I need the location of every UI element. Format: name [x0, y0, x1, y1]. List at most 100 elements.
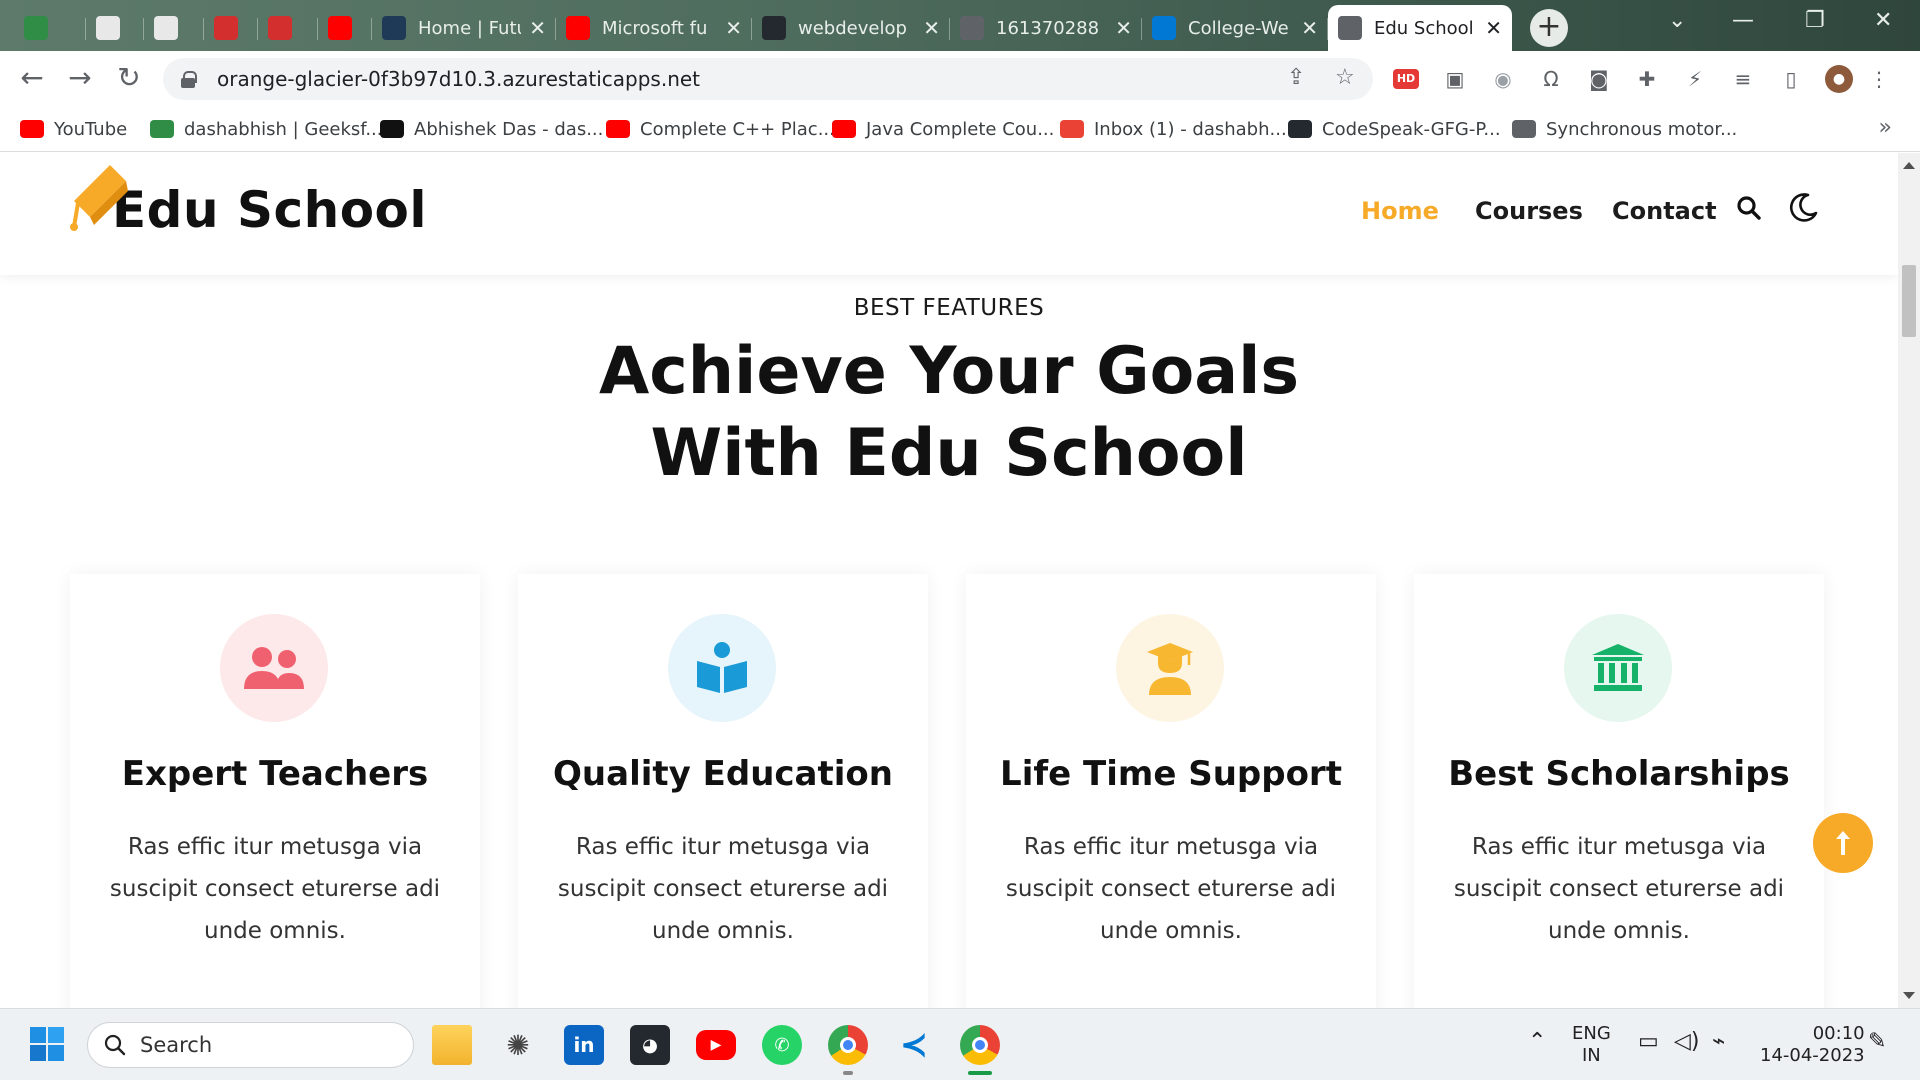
- language-indicator[interactable]: ENG IN: [1572, 1023, 1611, 1067]
- youtube-icon[interactable]: ▶: [696, 1030, 736, 1060]
- globe-icon: [960, 16, 984, 40]
- bookmark-item[interactable]: Inbox (1) - dashabh...: [1060, 115, 1287, 143]
- bookmark-star-icon[interactable]: ☆: [1335, 65, 1355, 90]
- tray-overflow-chevron-icon[interactable]: ⌃: [1528, 1031, 1546, 1053]
- site-logo[interactable]: Edu School: [70, 159, 427, 239]
- scroll-to-top-button[interactable]: [1813, 813, 1873, 873]
- hd-extension-icon[interactable]: HD: [1393, 69, 1419, 89]
- graduation-cap-logo-icon: [70, 165, 128, 231]
- performance-icon[interactable]: ⚡: [1681, 65, 1709, 93]
- lock-icon[interactable]: [181, 71, 197, 88]
- feature-description: Ras effic itur metusga via suscipit cons…: [109, 834, 441, 944]
- github-icon[interactable]: ◕: [630, 1025, 670, 1065]
- address-bar[interactable]: orange-glacier-0f3b97d10.3.azurestaticap…: [163, 58, 1373, 100]
- browser-tab[interactable]: [14, 5, 86, 51]
- nav-contact[interactable]: Contact: [1612, 197, 1717, 225]
- bookmark-item[interactable]: Synchronous motor...: [1512, 115, 1737, 143]
- browser-tab[interactable]: [86, 5, 144, 51]
- nav-home[interactable]: Home: [1361, 197, 1439, 225]
- section-headline: Achieve Your Goals With Edu School: [0, 331, 1898, 495]
- browser-tab[interactable]: [144, 5, 204, 51]
- whatsapp-icon[interactable]: ✆: [762, 1025, 802, 1065]
- back-icon[interactable]: ←: [16, 63, 48, 95]
- tab-close-icon[interactable]: ✕: [529, 16, 546, 40]
- extensions-puzzle-icon[interactable]: ✚: [1633, 65, 1661, 93]
- bookmarks-more-icon[interactable]: »: [1879, 115, 1892, 140]
- close-window-icon[interactable]: ✕: [1874, 8, 1892, 33]
- browser-tab[interactable]: College-We ✕: [1142, 5, 1328, 51]
- share-icon[interactable]: ⇪: [1287, 65, 1305, 90]
- scrollbar-thumb[interactable]: [1902, 265, 1916, 337]
- browser-tab[interactable]: webdevelop ✕: [752, 5, 950, 51]
- forward-icon[interactable]: →: [64, 63, 96, 95]
- bookmark-item[interactable]: Complete C++ Plac...: [606, 115, 835, 143]
- tab-close-icon[interactable]: ✕: [1115, 16, 1132, 40]
- clock[interactable]: 00:10 14-04-2023: [1760, 1023, 1865, 1067]
- bookmark-item[interactable]: Abhishek Das - das...: [380, 115, 603, 143]
- minimize-icon[interactable]: —: [1732, 8, 1754, 33]
- vscode-icon[interactable]: ≺: [894, 1025, 934, 1065]
- restore-icon[interactable]: ❐: [1805, 8, 1825, 33]
- linkedin-icon[interactable]: in: [564, 1025, 604, 1065]
- browser-tab[interactable]: [258, 5, 318, 51]
- chrome-profile-2-icon[interactable]: [960, 1025, 1000, 1065]
- globe-icon: [1338, 16, 1362, 40]
- dark-mode-moon-icon[interactable]: [1788, 191, 1820, 223]
- bookmark-item[interactable]: Java Complete Cou...: [832, 115, 1054, 143]
- url-text[interactable]: orange-glacier-0f3b97d10.3.azurestaticap…: [217, 67, 700, 91]
- browser-tab[interactable]: [204, 5, 258, 51]
- media-queue-icon[interactable]: ≡: [1729, 65, 1757, 93]
- feature-icon-circle: [668, 614, 776, 722]
- tab-search-chevron-icon[interactable]: ⌄: [1668, 8, 1686, 33]
- youtube-icon: [606, 120, 630, 138]
- picture-in-picture-icon[interactable]: ▣: [1441, 65, 1469, 93]
- taskbar-search-box[interactable]: Search: [87, 1022, 414, 1068]
- youtube-icon: [832, 120, 856, 138]
- browser-tab[interactable]: 161370288 ✕: [950, 5, 1142, 51]
- menu-kebab-icon[interactable]: ⋮: [1865, 65, 1893, 93]
- chrome-profile-1-icon[interactable]: [828, 1025, 868, 1065]
- scroll-down-arrow-icon[interactable]: [1903, 992, 1915, 999]
- tab-close-icon[interactable]: ✕: [1485, 16, 1502, 40]
- battery-charging-icon[interactable]: ⌁: [1712, 1031, 1725, 1053]
- tab-close-icon[interactable]: ✕: [1301, 16, 1318, 40]
- bookmark-item[interactable]: CodeSpeak-GFG-P...: [1288, 115, 1501, 143]
- reload-icon[interactable]: ↻: [113, 63, 145, 95]
- notification-icon[interactable]: ✎: [1868, 1031, 1886, 1053]
- feature-card-life-time-support[interactable]: Life Time Support Ras effic itur metusga…: [966, 574, 1376, 1008]
- profile-avatar[interactable]: ●: [1825, 65, 1853, 93]
- new-tab-button[interactable]: +: [1530, 9, 1568, 47]
- windows-start-icon[interactable]: [29, 1026, 65, 1062]
- tampermonkey-icon[interactable]: ◙: [1585, 65, 1613, 93]
- tab-close-icon[interactable]: ✕: [725, 16, 742, 40]
- browser-tab[interactable]: Home | Futu ✕: [372, 5, 556, 51]
- nav-courses[interactable]: Courses: [1475, 197, 1583, 225]
- bookmark-label: YouTube: [54, 118, 128, 140]
- feature-card-expert-teachers[interactable]: Expert Teachers Ras effic itur metusga v…: [70, 574, 480, 1008]
- feature-card-quality-education[interactable]: Quality Education Ras effic itur metusga…: [518, 574, 928, 1008]
- scroll-up-arrow-icon[interactable]: [1903, 162, 1915, 169]
- browser-tab[interactable]: Edu School ✕: [1328, 5, 1512, 51]
- browser-tab[interactable]: [318, 5, 372, 51]
- ohm-extension-icon[interactable]: Ω: [1537, 65, 1565, 93]
- bookmark-label: Inbox (1) - dashabh...: [1094, 118, 1287, 140]
- camera-icon[interactable]: ◉: [1489, 65, 1517, 93]
- file-explorer-icon[interactable]: [432, 1025, 472, 1065]
- bookmark-label: Synchronous motor...: [1546, 118, 1738, 140]
- page-scrollbar[interactable]: [1898, 153, 1920, 1008]
- browser-tab[interactable]: Microsoft fu ✕: [556, 5, 752, 51]
- clock-date: 14-04-2023: [1760, 1045, 1865, 1066]
- tab-close-icon[interactable]: ✕: [923, 16, 940, 40]
- browser-tab-strip: Home | Futu ✕ Microsoft fu ✕ webdevelop ✕ 1613…: [0, 0, 1920, 51]
- volume-icon[interactable]: ◁): [1674, 1031, 1700, 1053]
- graduate-icon: [1147, 643, 1193, 695]
- feature-icon-circle: [1116, 614, 1224, 722]
- search-icon[interactable]: [1736, 195, 1762, 221]
- network-icon[interactable]: ▭: [1638, 1031, 1659, 1053]
- bookmark-item[interactable]: YouTube: [20, 115, 127, 143]
- bookmark-label: Abhishek Das - das...: [414, 118, 604, 140]
- feature-card-best-scholarships[interactable]: Best Scholarships Ras effic itur metusga…: [1414, 574, 1824, 1008]
- chatgpt-icon[interactable]: ✺: [498, 1025, 538, 1065]
- bookmark-item[interactable]: dashabhish | Geeksf...: [150, 115, 383, 143]
- side-panel-icon[interactable]: ▯: [1777, 65, 1805, 93]
